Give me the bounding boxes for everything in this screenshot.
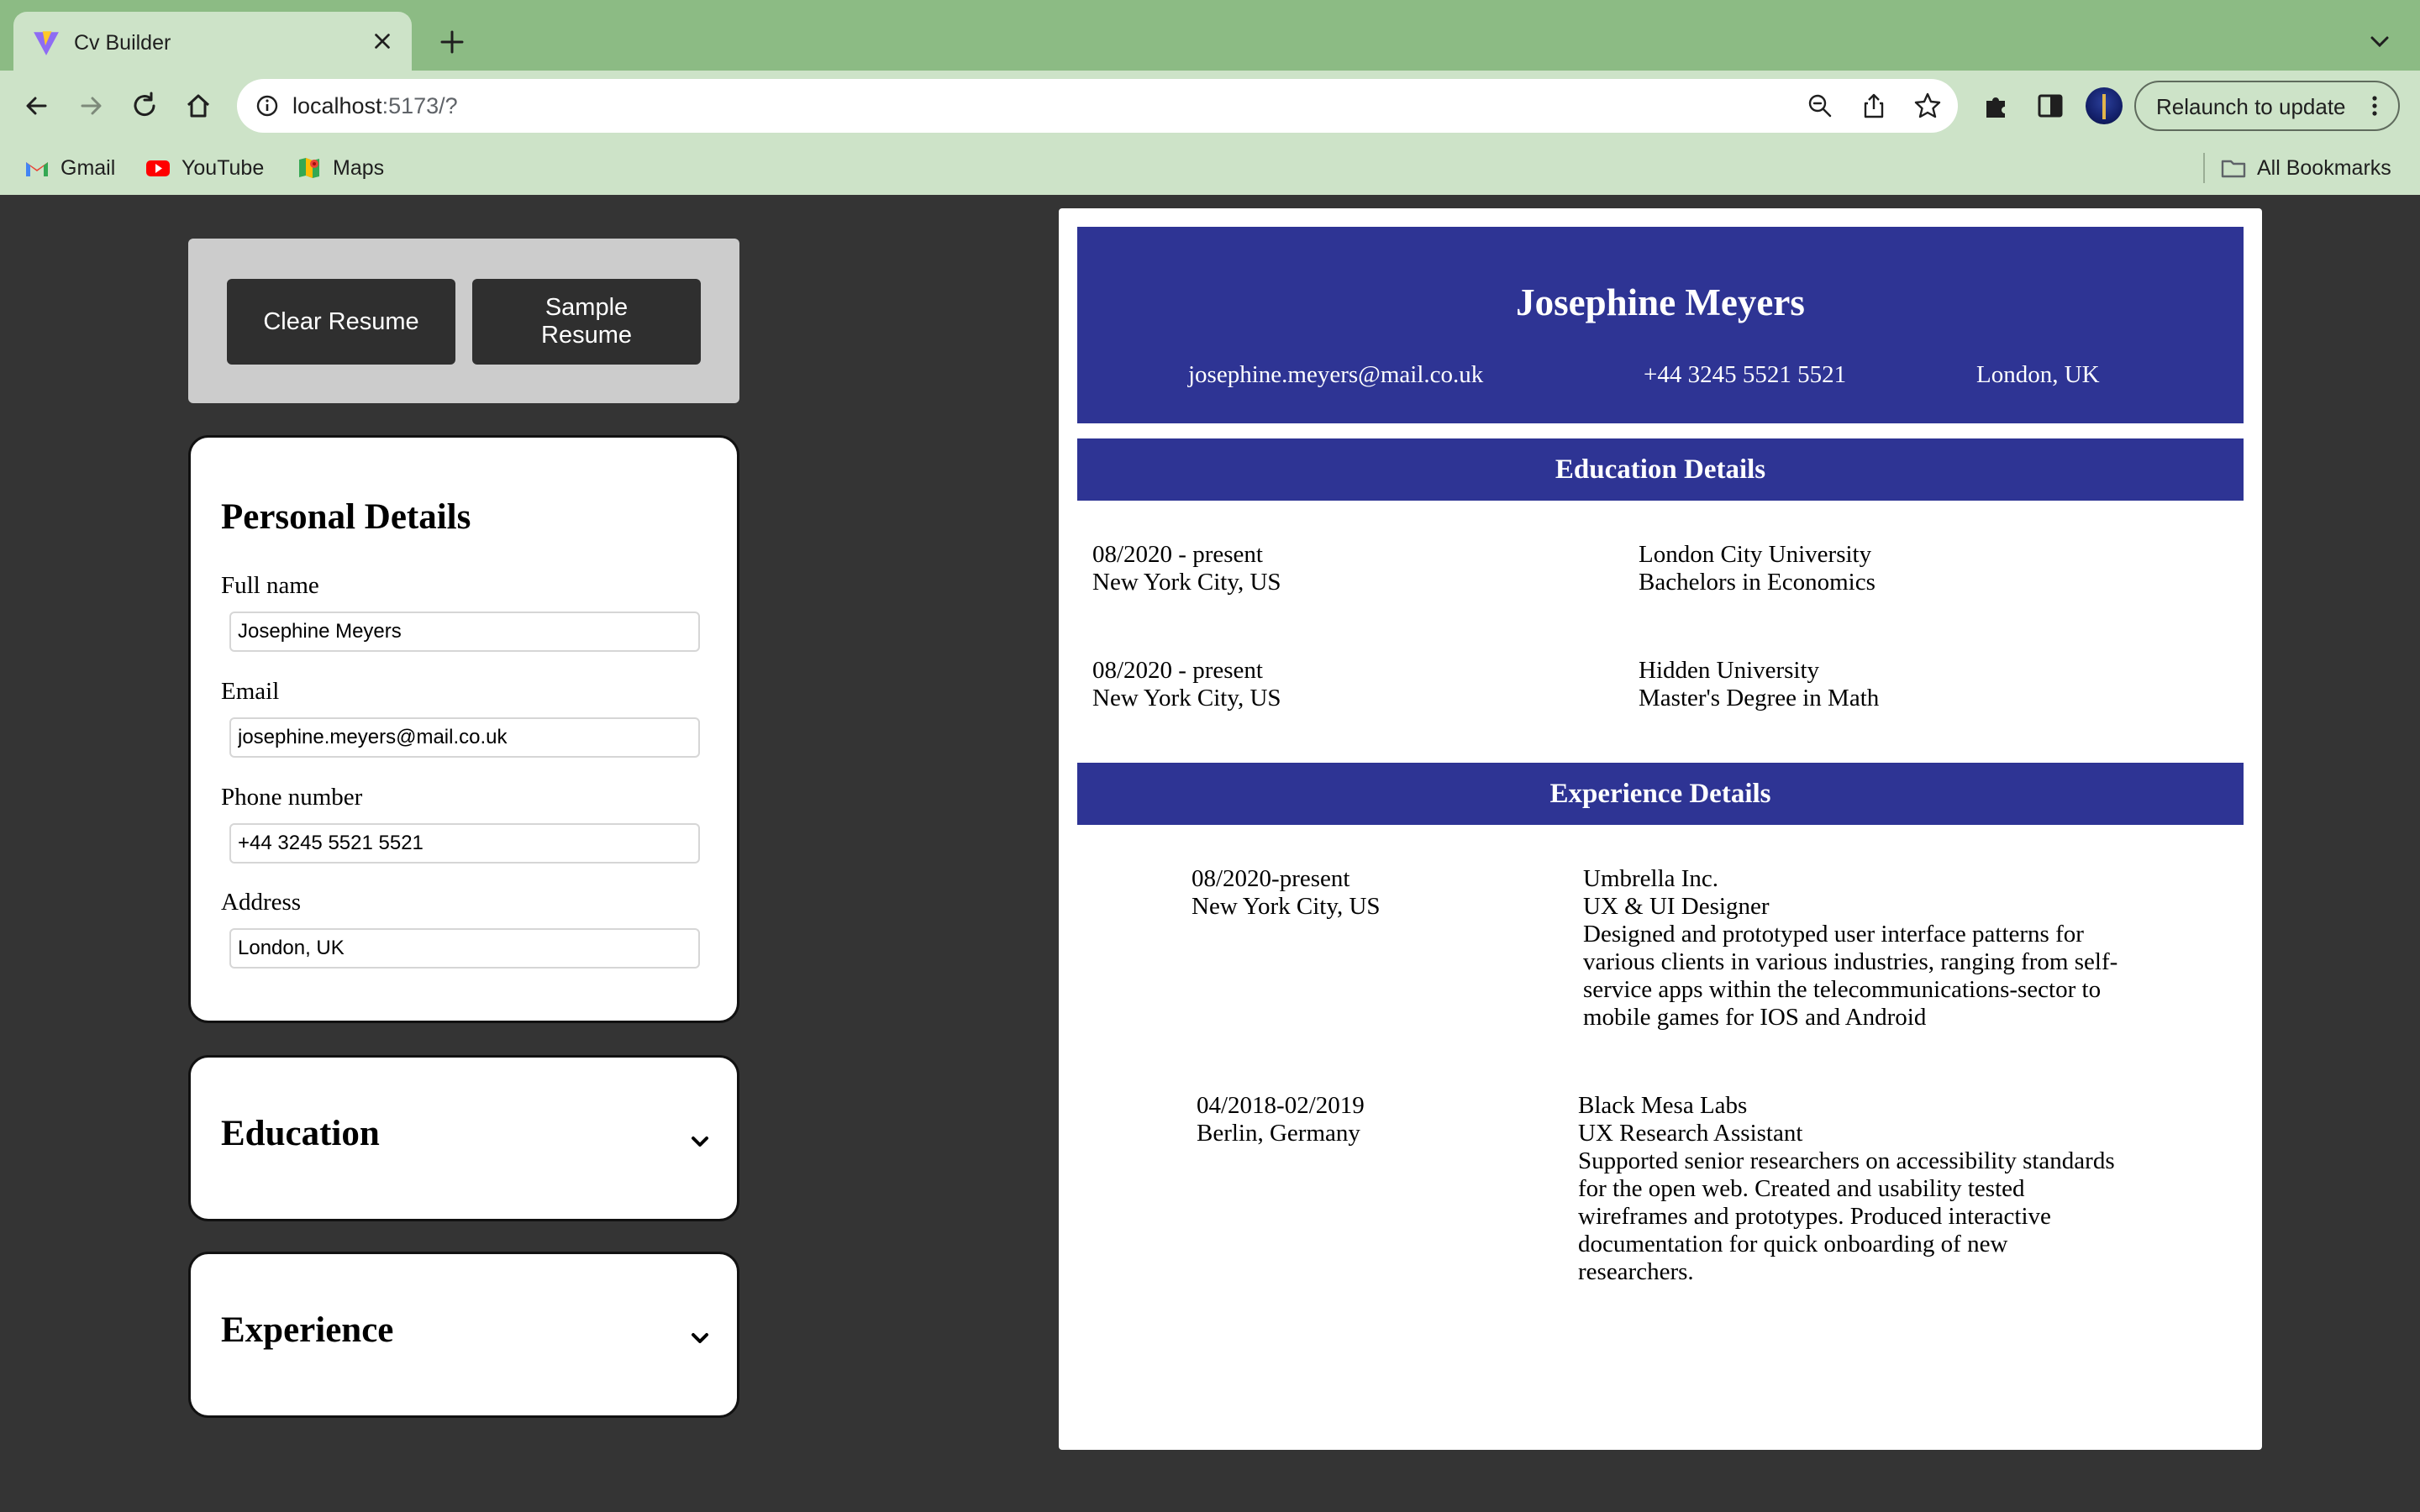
url-host: localhost (292, 93, 382, 118)
education-1-school: London City University (1639, 541, 1872, 568)
app-content: Clear Resume Sample Resume Personal Deta… (0, 195, 2420, 1512)
all-bookmarks-label: All Bookmarks (2257, 156, 2391, 180)
resume-controls: Clear Resume Sample Resume (188, 239, 739, 403)
address-label: Address (221, 889, 302, 916)
phone-field[interactable] (229, 823, 700, 864)
tab-search-chevron-icon[interactable] (2365, 27, 2395, 57)
bookmarks-bar: Gmail YouTube Maps All Bookmarks (0, 141, 2420, 195)
full-name-label: Full name (221, 572, 319, 599)
relaunch-button[interactable]: Relaunch to update (2134, 81, 2400, 131)
relaunch-label: Relaunch to update (2156, 94, 2346, 119)
resume-address: London, UK (1976, 361, 2100, 388)
address-bar[interactable]: localhost:5173/? (237, 79, 1958, 133)
education-section-toggle[interactable]: Education (188, 1055, 739, 1221)
back-icon[interactable] (18, 87, 55, 124)
site-info-icon[interactable] (254, 92, 281, 119)
chevron-down-icon[interactable] (688, 1130, 712, 1153)
personal-details-card: Personal Details Full name Email Phone n… (188, 435, 739, 1023)
experience-2-position: UX Research Assistant (1578, 1120, 1803, 1147)
share-icon[interactable] (1859, 91, 1889, 121)
bookmark-label: YouTube (182, 156, 265, 180)
clear-resume-button[interactable]: Clear Resume (227, 279, 455, 365)
browser-tab[interactable]: Cv Builder (13, 12, 412, 71)
youtube-icon (146, 160, 170, 176)
resume-email: josephine.meyers@mail.co.uk (1188, 361, 1484, 388)
address-field[interactable] (229, 928, 700, 969)
folder-icon (2221, 160, 2246, 178)
chevron-down-icon[interactable] (688, 1326, 712, 1350)
extensions-icon[interactable] (1980, 89, 2013, 123)
education-2-location: New York City, US (1092, 685, 1281, 711)
experience-details-heading: Experience Details (1077, 763, 2244, 825)
maps-icon (299, 158, 319, 178)
forward-icon[interactable] (72, 87, 109, 124)
experience-1-location: New York City, US (1192, 893, 1381, 920)
browser-tab-strip: Cv Builder (0, 0, 2420, 71)
experience-section-title: Experience (221, 1310, 394, 1350)
tab-title: Cv Builder (74, 31, 171, 55)
sample-resume-button[interactable]: Sample Resume (472, 279, 701, 365)
education-1-dates: 08/2020 - present (1092, 541, 1263, 568)
new-tab-icon[interactable] (435, 25, 469, 59)
url-path: :5173/? (381, 93, 458, 118)
browser-toolbar: localhost:5173/? Relaunch to update (0, 71, 2420, 141)
bookmark-label: Maps (333, 156, 385, 180)
more-menu-icon[interactable] (2361, 92, 2388, 119)
personal-details-title: Personal Details (221, 497, 471, 537)
experience-1-company: Umbrella Inc. (1583, 865, 1719, 892)
gmail-icon (26, 162, 48, 176)
education-1-degree: Bachelors in Economics (1639, 569, 1876, 596)
education-1-location: New York City, US (1092, 569, 1281, 596)
email-label: Email (221, 678, 280, 705)
vite-logo-icon (34, 31, 59, 55)
resume-preview: Josephine Meyers josephine.meyers@mail.c… (1059, 208, 2262, 1450)
experience-2-company: Black Mesa Labs (1578, 1092, 1748, 1119)
experience-1-position: UX & UI Designer (1583, 893, 1770, 920)
education-2-dates: 08/2020 - present (1092, 657, 1263, 684)
full-name-field[interactable] (229, 612, 700, 652)
bookmark-label: Gmail (60, 156, 116, 180)
experience-1-dates: 08/2020-present (1192, 865, 1350, 892)
side-panel-icon[interactable] (2033, 89, 2067, 123)
home-icon[interactable] (180, 87, 217, 124)
url-text: localhost:5173/? (292, 91, 458, 121)
bookmark-star-icon[interactable] (1912, 91, 1943, 121)
zoom-out-icon[interactable] (1805, 91, 1835, 121)
email-field[interactable] (229, 717, 700, 758)
experience-section-toggle[interactable]: Experience (188, 1252, 739, 1418)
experience-2-description: Supported senior researchers on accessib… (1578, 1147, 2115, 1285)
experience-2-dates: 04/2018-02/2019 (1197, 1092, 1365, 1119)
experience-2-location: Berlin, Germany (1197, 1120, 1360, 1147)
resume-header: Josephine Meyers josephine.meyers@mail.c… (1077, 227, 2244, 423)
resume-phone: +44 3245 5521 5521 (1644, 361, 1847, 388)
experience-1-description: Designed and prototyped user interface p… (1583, 921, 2118, 1031)
reload-icon[interactable] (126, 87, 163, 124)
resume-name: Josephine Meyers (1516, 281, 1805, 323)
education-details-heading: Education Details (1077, 438, 2244, 501)
education-section-title: Education (221, 1114, 380, 1153)
bookmarks-divider (2203, 153, 2205, 183)
close-tab-icon[interactable] (368, 27, 397, 55)
education-2-school: Hidden University (1639, 657, 1820, 684)
profile-avatar[interactable] (2086, 87, 2123, 124)
education-2-degree: Master's Degree in Math (1639, 685, 1880, 711)
phone-label: Phone number (221, 784, 363, 811)
